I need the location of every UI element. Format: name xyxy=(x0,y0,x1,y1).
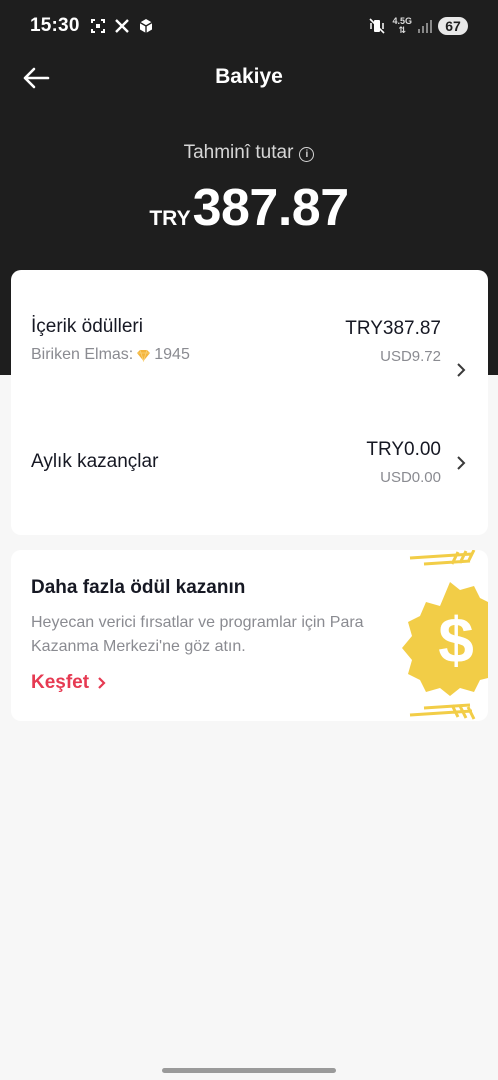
diamonds-summary: Biriken Elmas: 1945 xyxy=(31,346,190,364)
battery-indicator: 67 xyxy=(438,17,468,35)
content-rewards-left: İçerik ödülleri Biriken Elmas: 1945 xyxy=(31,316,190,364)
svg-text:$: $ xyxy=(438,604,474,676)
balance-currency: TRY xyxy=(149,207,191,230)
rewards-card: İçerik ödülleri Biriken Elmas: 1945 TRY3… xyxy=(11,270,488,535)
x-logo-icon xyxy=(114,19,129,33)
chevron-right-icon xyxy=(457,456,466,470)
monthly-earnings-usd: USD0.00 xyxy=(380,469,441,486)
package-icon xyxy=(139,19,152,33)
back-button[interactable] xyxy=(18,60,54,96)
content-rewards-amount: TRY387.87 xyxy=(345,318,441,339)
page-title: Bakiye xyxy=(215,65,283,88)
monthly-earnings-title: Aylık kazançlar xyxy=(31,451,159,472)
chevron-right-icon xyxy=(457,363,466,377)
monthly-earnings-row[interactable]: Aylık kazançlar TRY0.00 USD0.00 xyxy=(11,425,488,505)
diamonds-count: 1945 xyxy=(154,346,190,363)
monthly-earnings-amounts: TRY0.00 USD0.00 xyxy=(366,439,441,486)
signal-icon xyxy=(418,20,432,33)
app-header: Bakiye xyxy=(0,52,498,102)
promo-description: Heyecan verici fırsatlar ve programlar i… xyxy=(31,614,364,655)
content-rewards-usd: USD9.72 xyxy=(380,348,441,365)
promo-card: Daha fazla ödül kazanın Heyecan verici f… xyxy=(11,550,488,721)
status-bar: 15:30 4.5G ⇅ 67 xyxy=(0,0,498,52)
home-indicator[interactable] xyxy=(162,1068,336,1073)
content-rewards-row[interactable]: İçerik ödülleri Biriken Elmas: 1945 TRY3… xyxy=(11,300,488,410)
vibrate-mute-icon xyxy=(369,18,386,34)
status-system-icons: 4.5G ⇅ 67 xyxy=(368,17,468,35)
explore-link[interactable]: Keşfet xyxy=(31,672,107,694)
status-notification-icons xyxy=(90,18,154,34)
promo-title: Daha fazla ödül kazanın xyxy=(31,577,246,598)
content-rewards-title: İçerik ödülleri xyxy=(31,316,143,337)
screenshot-icon xyxy=(90,19,105,33)
estimated-amount-label: Tahminî tutar xyxy=(183,142,294,163)
dollar-coin-illustration: $ xyxy=(402,550,488,720)
explore-link-label: Keşfet xyxy=(31,672,90,693)
monthly-earnings-left: Aylık kazançlar xyxy=(31,451,158,473)
diamond-icon xyxy=(137,349,151,362)
arrow-left-icon xyxy=(23,67,50,89)
estimated-amount-label-row: Tahminî tutar i xyxy=(0,142,498,164)
content-rewards-amounts: TRY387.87 USD9.72 xyxy=(345,318,441,365)
info-icon[interactable]: i xyxy=(299,146,315,162)
chevron-right-icon xyxy=(98,677,106,689)
network-type: 4.5G ⇅ xyxy=(392,16,412,35)
status-time: 15:30 xyxy=(30,15,80,36)
diamonds-label: Biriken Elmas: xyxy=(31,346,134,363)
balance-total: TRY 387.87 xyxy=(0,178,498,238)
monthly-earnings-amount: TRY0.00 xyxy=(366,439,441,460)
balance-amount: 387.87 xyxy=(192,179,350,237)
